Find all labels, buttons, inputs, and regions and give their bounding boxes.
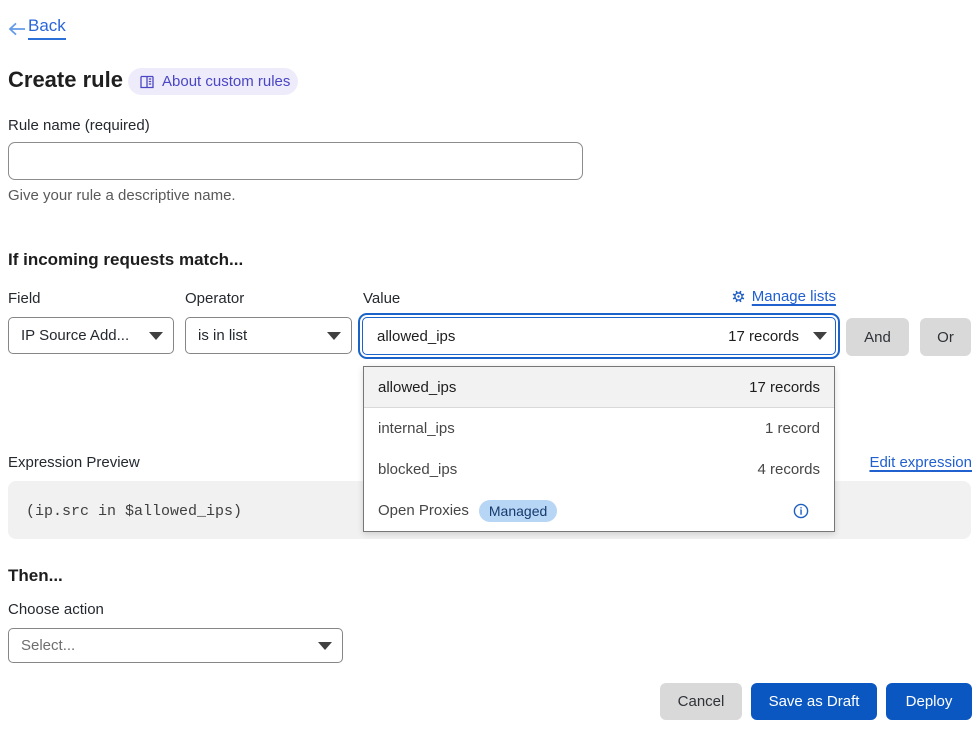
svg-text:i: i — [800, 506, 803, 517]
